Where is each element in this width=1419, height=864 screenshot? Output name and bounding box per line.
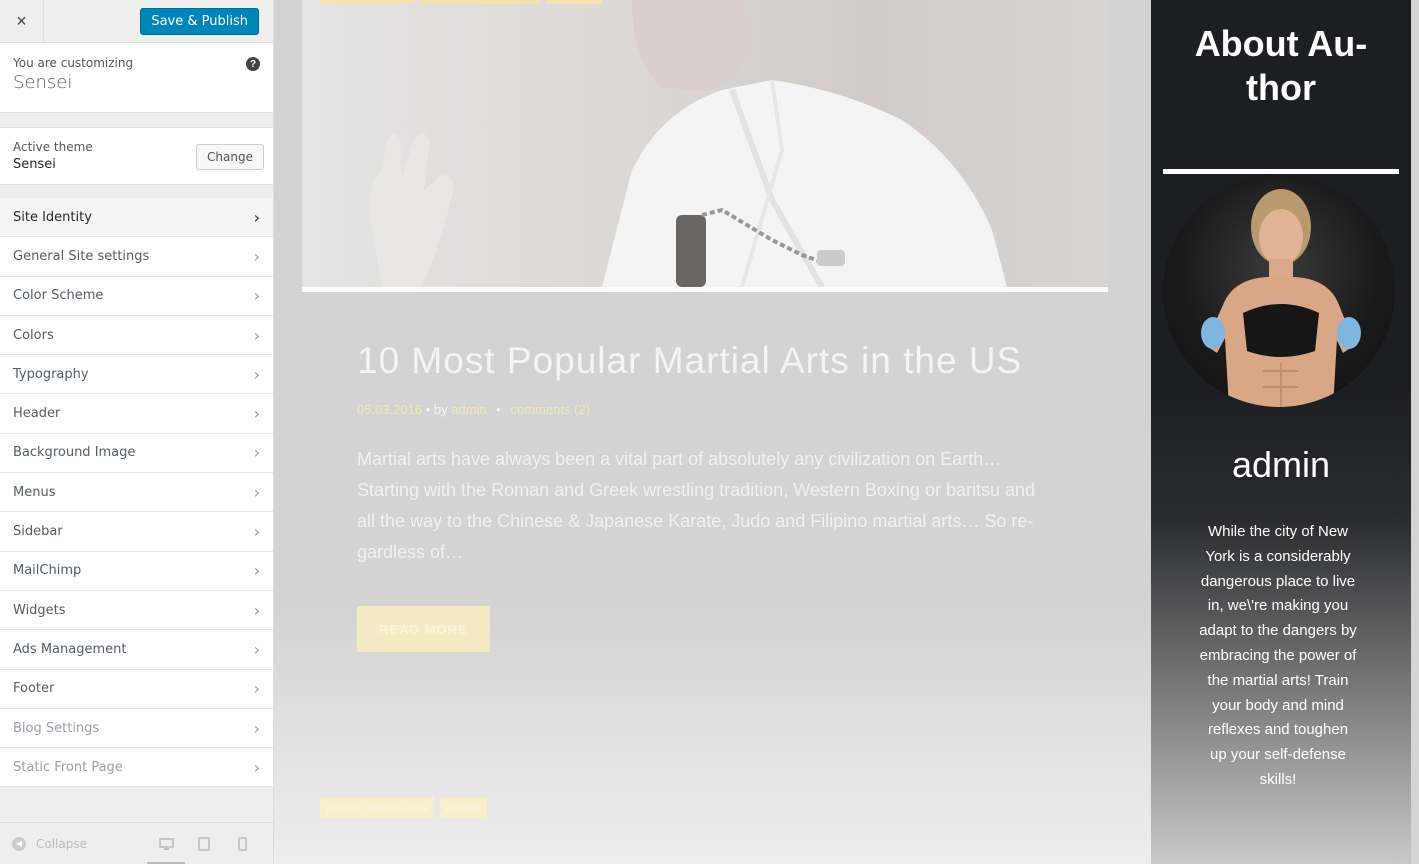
customizing-label: You are customizing <box>13 56 134 70</box>
tag-chip[interactable] <box>320 0 414 4</box>
section-typography[interactable]: Typography › <box>0 355 273 395</box>
section-label: Footer <box>13 681 55 697</box>
post-featured-image[interactable] <box>302 0 1108 287</box>
section-label: Widgets <box>13 602 66 618</box>
chevron-right-icon: › <box>253 639 260 659</box>
section-blog-settings[interactable]: Blog Settings › <box>0 708 273 749</box>
section-color-scheme[interactable]: Color Scheme › <box>0 276 273 316</box>
section-label: Menus <box>13 484 56 500</box>
section-general-site-settings[interactable]: General Site settings › <box>0 237 273 277</box>
chevron-right-icon: › <box>253 522 260 542</box>
section-label: MailChimp <box>13 563 82 579</box>
post-comments[interactable]: comments (2) <box>510 402 589 417</box>
post-author[interactable]: admin <box>451 402 486 417</box>
tag-chip[interactable] <box>420 0 540 4</box>
section-footer[interactable]: Footer › <box>0 669 273 709</box>
section-ads-management[interactable]: Ads Management › <box>0 630 273 670</box>
chevron-right-icon: › <box>253 325 260 345</box>
desktop-preview-icon[interactable] <box>147 823 185 864</box>
scrollbar-track[interactable] <box>1411 0 1419 864</box>
chevron-right-icon: › <box>253 286 260 306</box>
section-label: Typography <box>13 366 89 382</box>
tablet-preview-icon[interactable] <box>185 823 223 864</box>
section-mailchimp[interactable]: MailChimp › <box>0 551 273 591</box>
featured-image-divider <box>302 287 1108 292</box>
chevron-right-icon: › <box>253 404 260 424</box>
post-title[interactable]: 10 Most Popular Martial Arts in the US <box>357 340 1022 382</box>
read-more-button[interactable]: READ MORE <box>357 606 490 652</box>
chevron-right-icon: › <box>253 718 260 738</box>
section-static-front-page[interactable]: Static Front Page › <box>0 748 273 788</box>
about-author-widget: About Au- thor admin While the city of N… <box>1151 0 1411 864</box>
site-name: Sensei <box>13 72 73 93</box>
section-label: Background Image <box>13 445 136 461</box>
section-label: Site Identity <box>13 209 92 225</box>
collapse-icon[interactable]: ◀ <box>12 836 26 851</box>
post-meta: 05.03.2016 • by admin • comments (2) <box>357 402 590 417</box>
customizing-info: You are customizing Sensei ? <box>0 43 273 113</box>
active-theme-panel: Active theme Sensei Change <box>0 127 273 185</box>
chevron-right-icon: › <box>253 679 260 699</box>
about-title-line: thor <box>1246 67 1316 108</box>
chevron-right-icon: › <box>253 246 260 266</box>
hero-tags <box>320 0 602 4</box>
tag-chip[interactable]: Karate <box>439 797 487 818</box>
meta-separator: • <box>496 402 501 417</box>
save-publish-button[interactable]: Save & Publish <box>140 8 259 35</box>
section-label: Static Front Page <box>13 759 123 775</box>
section-label: Blog Settings <box>13 720 100 736</box>
post-by-label: • by <box>425 402 448 417</box>
section-background-image[interactable]: Background Image › <box>0 433 273 474</box>
change-theme-button[interactable]: Change <box>196 144 264 170</box>
section-label: Color Scheme <box>13 288 104 304</box>
section-label: General Site settings <box>13 248 150 264</box>
section-label: Colors <box>13 327 54 343</box>
mobile-preview-icon[interactable] <box>223 823 261 864</box>
author-name: admin <box>1231 444 1331 485</box>
chevron-right-icon: › <box>253 561 260 581</box>
customizer-footer: ◀ Collapse <box>0 822 273 864</box>
section-label: Sidebar <box>13 524 63 540</box>
chevron-right-icon: › <box>253 482 260 502</box>
collapse-label[interactable]: Collapse <box>36 837 87 851</box>
tag-chip[interactable]: Filipino Martial Arts <box>320 797 434 818</box>
chevron-right-icon: › <box>253 600 260 620</box>
author-bio: While the city of New York is a consider… <box>1199 523 1357 788</box>
section-colors[interactable]: Colors › <box>0 315 273 356</box>
chevron-right-icon: › <box>253 207 260 227</box>
device-switcher <box>147 823 261 864</box>
chevron-right-icon: › <box>253 443 260 463</box>
chevron-right-icon: › <box>253 364 260 384</box>
about-title-line: About Au- <box>1194 23 1368 64</box>
section-site-identity[interactable]: Site Identity › <box>0 198 273 238</box>
customizer-sections: Site Identity › General Site settings › Co… <box>0 198 273 788</box>
section-header[interactable]: Header › <box>0 394 273 434</box>
next-post-tags: Filipino Martial Arts Karate <box>320 797 487 818</box>
chevron-right-icon: › <box>253 757 260 777</box>
site-preview: 10 Most Popular Martial Arts in the US 0… <box>274 0 1151 864</box>
about-title: About Au- thor <box>1151 22 1411 110</box>
fighter-portrait <box>1201 189 1361 407</box>
section-sidebar[interactable]: Sidebar › <box>0 512 273 552</box>
section-label: Header <box>13 406 61 422</box>
tag-chip[interactable] <box>546 0 602 4</box>
section-menus[interactable]: Menus › <box>0 473 273 513</box>
close-icon[interactable]: × <box>0 0 44 43</box>
martial-artist-illustration <box>368 0 1007 287</box>
help-icon[interactable]: ? <box>246 57 260 71</box>
section-widgets[interactable]: Widgets › <box>0 590 273 631</box>
customizer-header: × Save & Publish <box>0 0 273 43</box>
author-avatar <box>1163 175 1395 407</box>
section-label: Ads Management <box>13 641 127 657</box>
customizer-panel: × Save & Publish You are customizing Sen… <box>0 0 274 864</box>
about-divider <box>1163 169 1399 174</box>
post-date[interactable]: 05.03.2016 <box>357 402 422 417</box>
post-excerpt: Martial arts have always been a vital pa… <box>357 449 1036 562</box>
